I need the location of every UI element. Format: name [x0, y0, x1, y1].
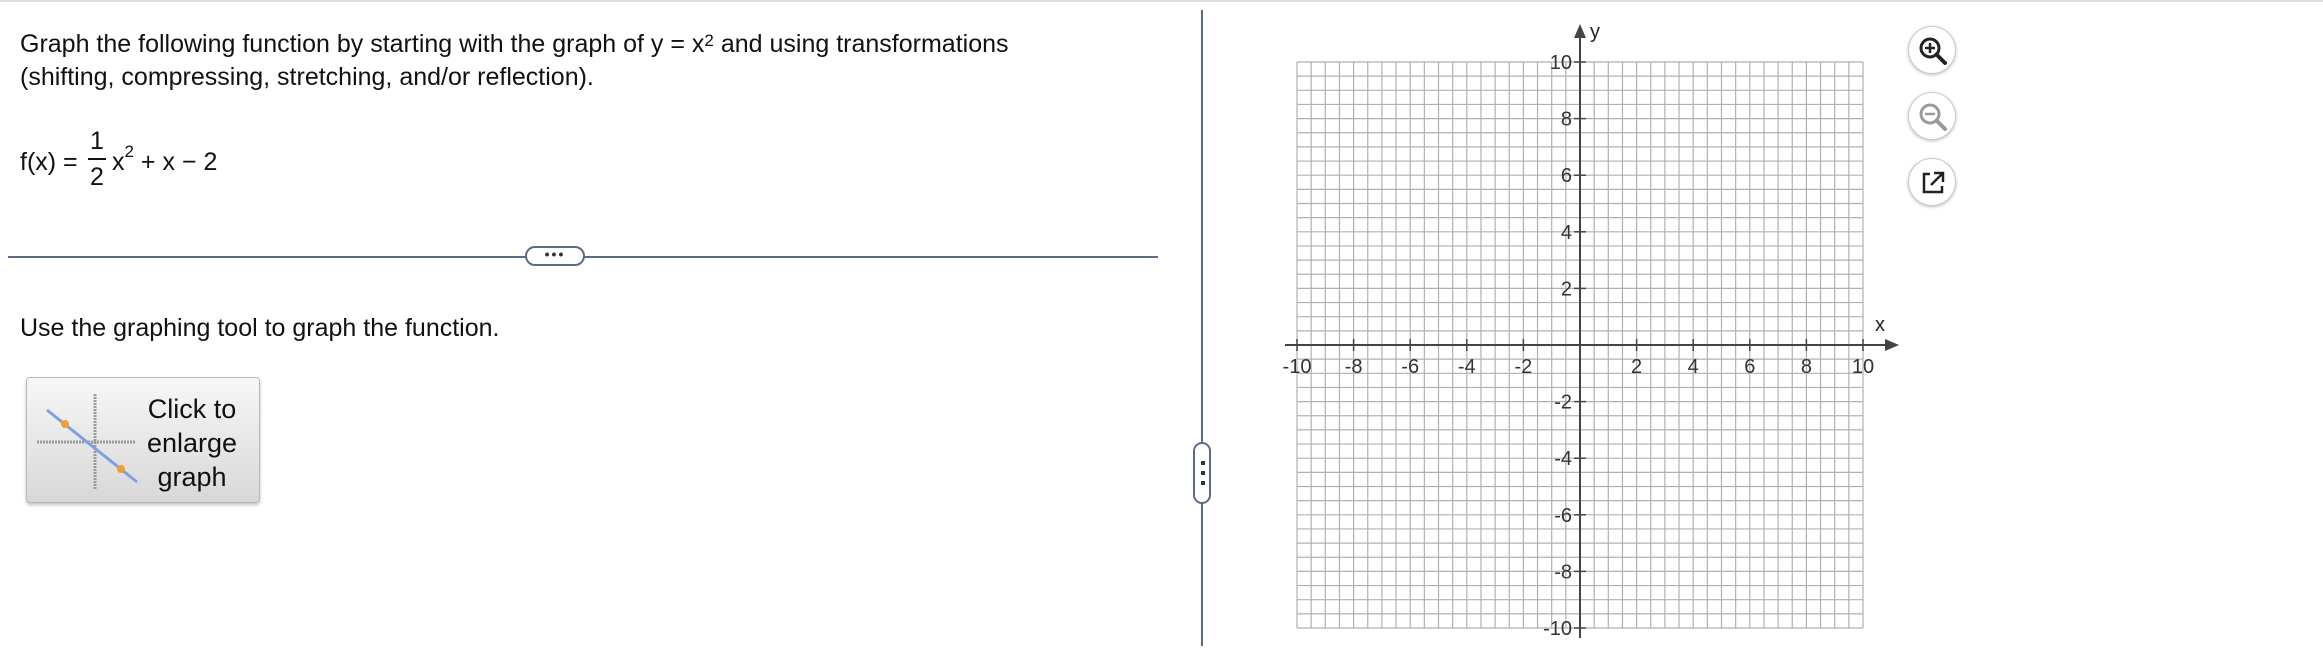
enlarge-graph-button[interactable]: Click to enlarge graph	[26, 377, 260, 503]
function-exponent: 2	[124, 142, 134, 161]
y-tick-label: -2	[1554, 392, 1572, 414]
y-tick-label: -10	[1543, 618, 1572, 640]
instruction-text: Graph the following function by starting…	[20, 30, 705, 58]
y-tick-label: 4	[1561, 222, 1572, 244]
y-tick-label: 8	[1561, 109, 1572, 131]
graph-prompt: Use the graphing tool to graph the funct…	[20, 314, 500, 342]
x-tick-label: -4	[1458, 356, 1476, 378]
graph-area[interactable]: x y -10 -8 -6 -4 -2 2 4 6 8 10 10 8 6 4 2 -2 -4 -6 -8 -10	[1270, 10, 1910, 646]
x-tick-label: -8	[1345, 356, 1363, 378]
popout-button[interactable]	[1908, 158, 1956, 206]
coefficient-fraction: 1 2	[86, 126, 108, 192]
function-lhs: f(x) =	[20, 148, 78, 176]
fraction-numerator: 1	[90, 127, 104, 155]
x-tick-label: 6	[1744, 356, 1755, 378]
question-pane: Graph the following function by starting…	[0, 0, 1180, 646]
x-axis-label: x	[1875, 314, 1885, 336]
enlarge-label-line3: graph	[157, 462, 227, 492]
function-rest: + x − 2	[133, 148, 218, 176]
y-tick-label: -6	[1554, 505, 1572, 527]
instruction-exponent: 2	[704, 31, 714, 50]
x-tick-label: -2	[1515, 356, 1533, 378]
y-axis-arrow	[1574, 24, 1586, 38]
magnifier-minus-icon	[1919, 103, 1947, 131]
y-tick-label: 10	[1550, 52, 1572, 74]
enlarge-graph-label: Click to enlarge graph	[137, 392, 247, 494]
function-rhs: x2 + x − 2	[112, 142, 218, 177]
x-tick-label: 4	[1688, 356, 1699, 378]
y-tick-label: 6	[1561, 165, 1572, 187]
x-tick-label: 10	[1852, 356, 1874, 378]
y-axis-label: y	[1590, 21, 1600, 43]
fraction-bar	[88, 158, 106, 160]
handle-dot	[1201, 481, 1205, 485]
y-tick-label: -4	[1554, 448, 1572, 470]
x-axis-arrow	[1885, 339, 1899, 351]
x-tick-label: 2	[1631, 356, 1642, 378]
show-more-button[interactable]: •••	[525, 246, 585, 266]
enlarge-label-line2: enlarge	[146, 428, 238, 458]
question-instruction: Graph the following function by starting…	[20, 28, 1160, 94]
handle-dot	[1201, 461, 1205, 465]
y-tick-label: -8	[1554, 561, 1572, 583]
magnifier-plus-icon	[1919, 37, 1947, 65]
x-tick-label: 8	[1801, 356, 1812, 378]
x-tick-label: -6	[1401, 356, 1419, 378]
pane-resize-handle[interactable]	[1193, 442, 1211, 504]
popout-icon	[1922, 171, 1945, 194]
y-tick-label: 2	[1561, 278, 1572, 300]
fraction-denominator: 2	[90, 163, 104, 191]
handle-dot	[1201, 471, 1205, 475]
enlarge-label-line1: Click to	[147, 394, 237, 424]
pane-splitter	[1201, 10, 1203, 646]
function-variable: x	[112, 148, 125, 176]
instruction-line-2: (shifting, compressing, stretching, and/…	[20, 63, 594, 91]
x-tick-label: -10	[1283, 356, 1312, 378]
zoom-out-button[interactable]	[1908, 92, 1956, 140]
coordinate-grid[interactable]: x y -10 -8 -6 -4 -2 2 4 6 8 10 10 8 6 4 2 -2 -4 -6 -8 -10	[1270, 10, 1910, 646]
zoom-in-button[interactable]	[1908, 26, 1956, 74]
instruction-text-cont: and using transformations	[713, 30, 1009, 58]
